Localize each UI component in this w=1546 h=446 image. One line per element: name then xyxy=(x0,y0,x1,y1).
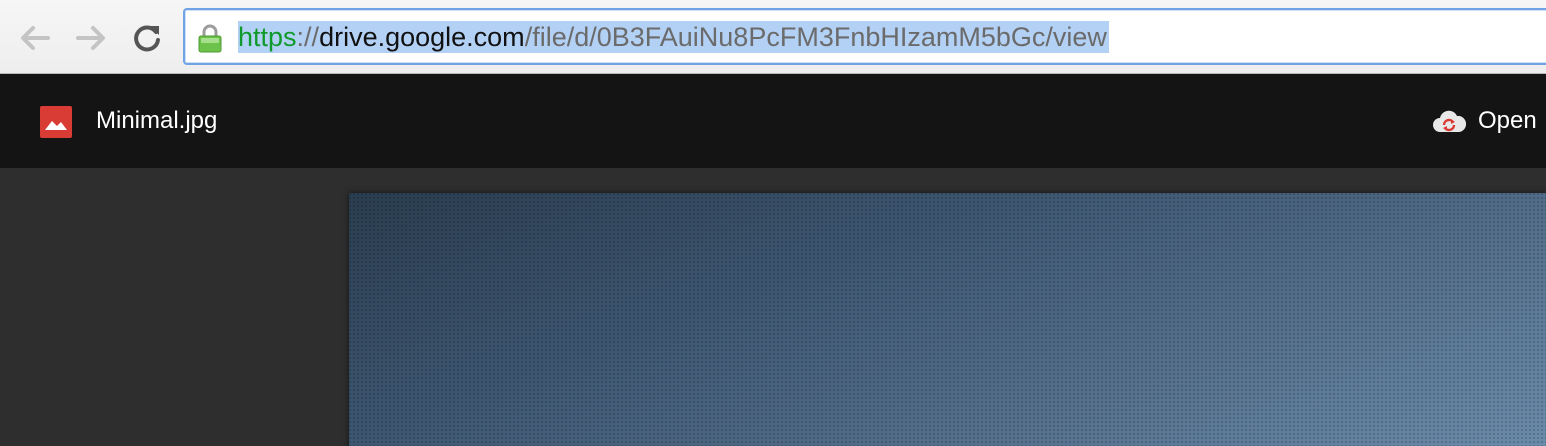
url-host: drive.google.com xyxy=(319,22,525,52)
forward-arrow-icon xyxy=(76,26,105,50)
url-separator: :// xyxy=(296,22,320,52)
url-path: /file/d/0B3FAuiNu8PcFM3FnbHIzamM5bGc/vie… xyxy=(524,22,1107,52)
secure-lock-icon xyxy=(198,24,222,53)
forward-button[interactable] xyxy=(72,20,110,56)
image-preview[interactable] xyxy=(349,193,1546,446)
viewer-body xyxy=(0,168,1546,446)
open-with-button[interactable]: Open xyxy=(1432,104,1537,138)
image-file-icon xyxy=(40,106,72,138)
reload-icon xyxy=(134,25,160,52)
viewer-header: Minimal.jpg Open xyxy=(0,74,1546,168)
back-arrow-icon xyxy=(21,26,50,50)
browser-window: https://drive.google.com/file/d/0B3FAuiN… xyxy=(0,0,1546,446)
browser-toolbar: https://drive.google.com/file/d/0B3FAuiN… xyxy=(0,0,1546,74)
open-with-label: Open xyxy=(1478,107,1537,134)
url-text[interactable]: https://drive.google.com/file/d/0B3FAuiN… xyxy=(238,21,1109,53)
address-bar[interactable]: https://drive.google.com/file/d/0B3FAuiN… xyxy=(183,8,1546,65)
back-button[interactable] xyxy=(16,20,54,56)
file-name: Minimal.jpg xyxy=(96,107,218,134)
url-scheme: https xyxy=(238,22,297,52)
cloud-sync-icon xyxy=(1433,110,1466,132)
reload-button[interactable] xyxy=(128,20,166,56)
